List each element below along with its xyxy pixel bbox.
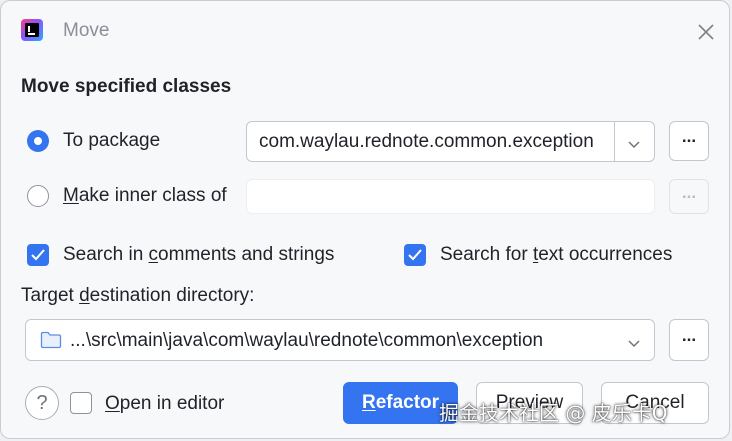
inner-class-browse-button[interactable]: ... [669,179,709,214]
to-package-radio[interactable] [27,130,49,152]
search-comments-checkbox[interactable] [27,244,49,266]
title-bar: Move [1,1,729,63]
chevron-down-icon[interactable] [627,336,641,354]
move-dialog: Move Move specified classes To package c… [0,0,730,439]
close-icon[interactable] [695,21,717,43]
open-in-editor-label: Open in editor [105,393,225,414]
section-title: Move specified classes [21,76,232,97]
inner-class-radio[interactable] [27,185,49,207]
target-dir-value: ...\src\main\java\com\waylau\rednote\com… [70,330,544,351]
chevron-down-icon[interactable] [627,137,641,155]
to-package-label: To package [63,130,161,151]
combo-separator [614,122,615,161]
target-dir-label: Target destination directory: [21,285,255,306]
package-browse-button[interactable]: ... [669,121,709,161]
help-icon[interactable]: ? [25,386,59,420]
inner-class-field[interactable] [246,179,655,214]
target-dir-browse-button[interactable]: ... [669,319,709,361]
intellij-idea-icon [21,19,43,41]
search-text-checkbox[interactable] [404,244,426,266]
search-comments-label: Search in comments and strings [63,244,335,265]
folder-icon [40,331,62,354]
window-title: Move [63,20,110,41]
watermark: 掘金技术社区 @ 皮乐卡Q [439,401,668,425]
target-dir-combo[interactable]: ...\src\main\java\com\waylau\rednote\com… [25,319,655,361]
search-text-label: Search for text occurrences [440,244,673,265]
inner-class-label: Make inner class of [63,185,227,206]
package-combo[interactable]: com.waylau.rednote.common.exception [246,121,655,162]
package-value: com.waylau.rednote.common.exception [259,131,594,152]
open-in-editor-checkbox[interactable] [70,392,92,414]
